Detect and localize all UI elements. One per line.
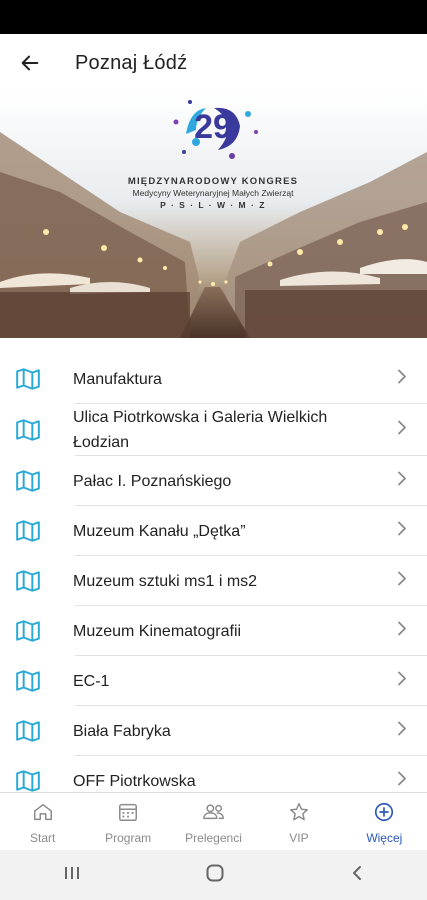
page-title: Poznaj Łódź <box>75 51 188 74</box>
chevron-right-icon <box>397 721 407 742</box>
nav-item-program[interactable]: Program <box>85 793 170 850</box>
home-circle-icon <box>206 864 223 881</box>
logo-number: 29 <box>194 108 232 146</box>
places-list: Manufaktura Ulica Piotrkowska i Galeria W… <box>0 354 427 792</box>
congress-line3: P · S · L · W · M · Z <box>160 200 266 210</box>
system-back-button[interactable] <box>348 864 366 887</box>
recent-apps-icon <box>64 866 79 879</box>
star-icon <box>288 801 310 828</box>
list-item[interactable]: Muzeum sztuki ms1 i ms2 <box>0 556 427 606</box>
chevron-right-icon <box>397 369 407 390</box>
status-bar <box>0 0 427 34</box>
list-item-label: Muzeum sztuki ms1 i ms2 <box>73 572 258 590</box>
map-icon <box>0 468 58 494</box>
arrow-left-icon <box>21 55 39 71</box>
list-item[interactable]: OFF Piotrkowska <box>0 756 427 792</box>
plus-circle-icon <box>373 801 395 828</box>
nav-item-prelegenci[interactable]: Prelegenci <box>171 793 256 850</box>
list-item-label: Pałac I. Poznańskiego <box>73 472 232 490</box>
hero-banner: 29 MIĘDZYNARODOWY KONGRES Medycyny Weter… <box>0 92 427 338</box>
nav-label: Więcej <box>366 831 403 845</box>
map-icon <box>0 417 58 443</box>
bottom-nav: Start Program Prelegenci VIP Więcej <box>0 792 427 850</box>
list-item-label: Ulica Piotrkowska i Galeria Wielkich Łod… <box>73 409 328 451</box>
chevron-right-icon <box>397 471 407 492</box>
list-item-label: Muzeum Kanału „Dętka” <box>73 522 246 540</box>
list-item-label: OFF Piotrkowska <box>73 772 196 790</box>
calendar-icon <box>117 801 139 828</box>
map-icon <box>0 768 58 792</box>
map-icon <box>0 568 58 594</box>
map-icon <box>0 718 58 744</box>
list-item[interactable]: Muzeum Kanału „Dętka” <box>0 506 427 556</box>
list-item[interactable]: Pałac I. Poznańskiego <box>0 456 427 506</box>
chevron-left-icon <box>352 865 361 880</box>
hero-image: 29 MIĘDZYNARODOWY KONGRES Medycyny Weter… <box>0 92 427 338</box>
list-item[interactable]: Manufaktura <box>0 354 427 404</box>
list-item-label: EC-1 <box>73 672 110 690</box>
home-button[interactable] <box>205 863 225 888</box>
back-button[interactable] <box>1 34 59 92</box>
nav-label: VIP <box>289 831 309 845</box>
chevron-right-icon <box>397 621 407 642</box>
list-item[interactable]: Biała Fabryka <box>0 706 427 756</box>
list-item[interactable]: Muzeum Kinematografii <box>0 606 427 656</box>
map-icon <box>0 366 58 392</box>
congress-line2: Medycyny Weterynaryjnej Małych Zwierząt <box>133 188 295 198</box>
nav-label: Start <box>30 831 56 845</box>
chevron-right-icon <box>397 571 407 592</box>
chevron-right-icon <box>397 521 407 542</box>
chevron-right-icon <box>397 671 407 692</box>
app-bar: Poznaj Łódź <box>0 34 427 92</box>
chevron-right-icon <box>397 771 407 792</box>
list-item-label: Muzeum Kinematografii <box>73 622 242 640</box>
people-icon <box>202 801 226 828</box>
congress-line1: MIĘDZYNARODOWY KONGRES <box>128 176 298 187</box>
list-item[interactable]: EC-1 <box>0 656 427 706</box>
nav-label: Program <box>105 831 152 845</box>
nav-item-start[interactable]: Start <box>0 793 85 850</box>
nav-label: Prelegenci <box>185 831 242 845</box>
list-item[interactable]: Ulica Piotrkowska i Galeria Wielkich Łod… <box>0 404 427 456</box>
list-item-label: Biała Fabryka <box>73 722 171 740</box>
chevron-right-icon <box>397 420 407 441</box>
nav-item-wi-cej[interactable]: Więcej <box>342 793 427 850</box>
recent-apps-button[interactable] <box>62 864 82 887</box>
list-item-label: Manufaktura <box>73 370 162 388</box>
home-icon <box>32 801 54 828</box>
map-icon <box>0 668 58 694</box>
map-icon <box>0 618 58 644</box>
nav-item-vip[interactable]: VIP <box>256 793 341 850</box>
system-nav-bar <box>0 850 427 900</box>
map-icon <box>0 518 58 544</box>
